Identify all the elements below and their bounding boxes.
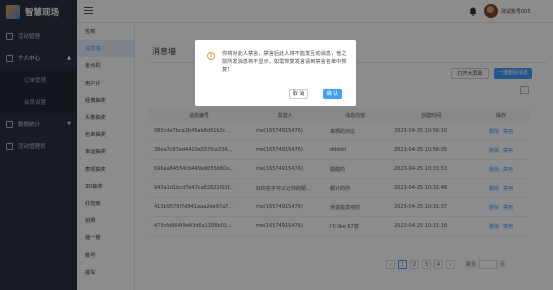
dialog-message: 你将对此人禁言，禁言后此人将不能发互动消息，他之前所发消息将不显示，如需恢复发言… <box>222 51 347 73</box>
confirm-dialog: ! 你将对此人禁言，禁言后此人将不能发互动消息，他之前所发消息将不显示，如需恢复… <box>195 40 356 106</box>
cancel-button[interactable]: 取 消 <box>289 89 308 99</box>
confirm-button[interactable]: 确 认 <box>323 89 342 99</box>
warning-icon: ! <box>207 52 215 60</box>
